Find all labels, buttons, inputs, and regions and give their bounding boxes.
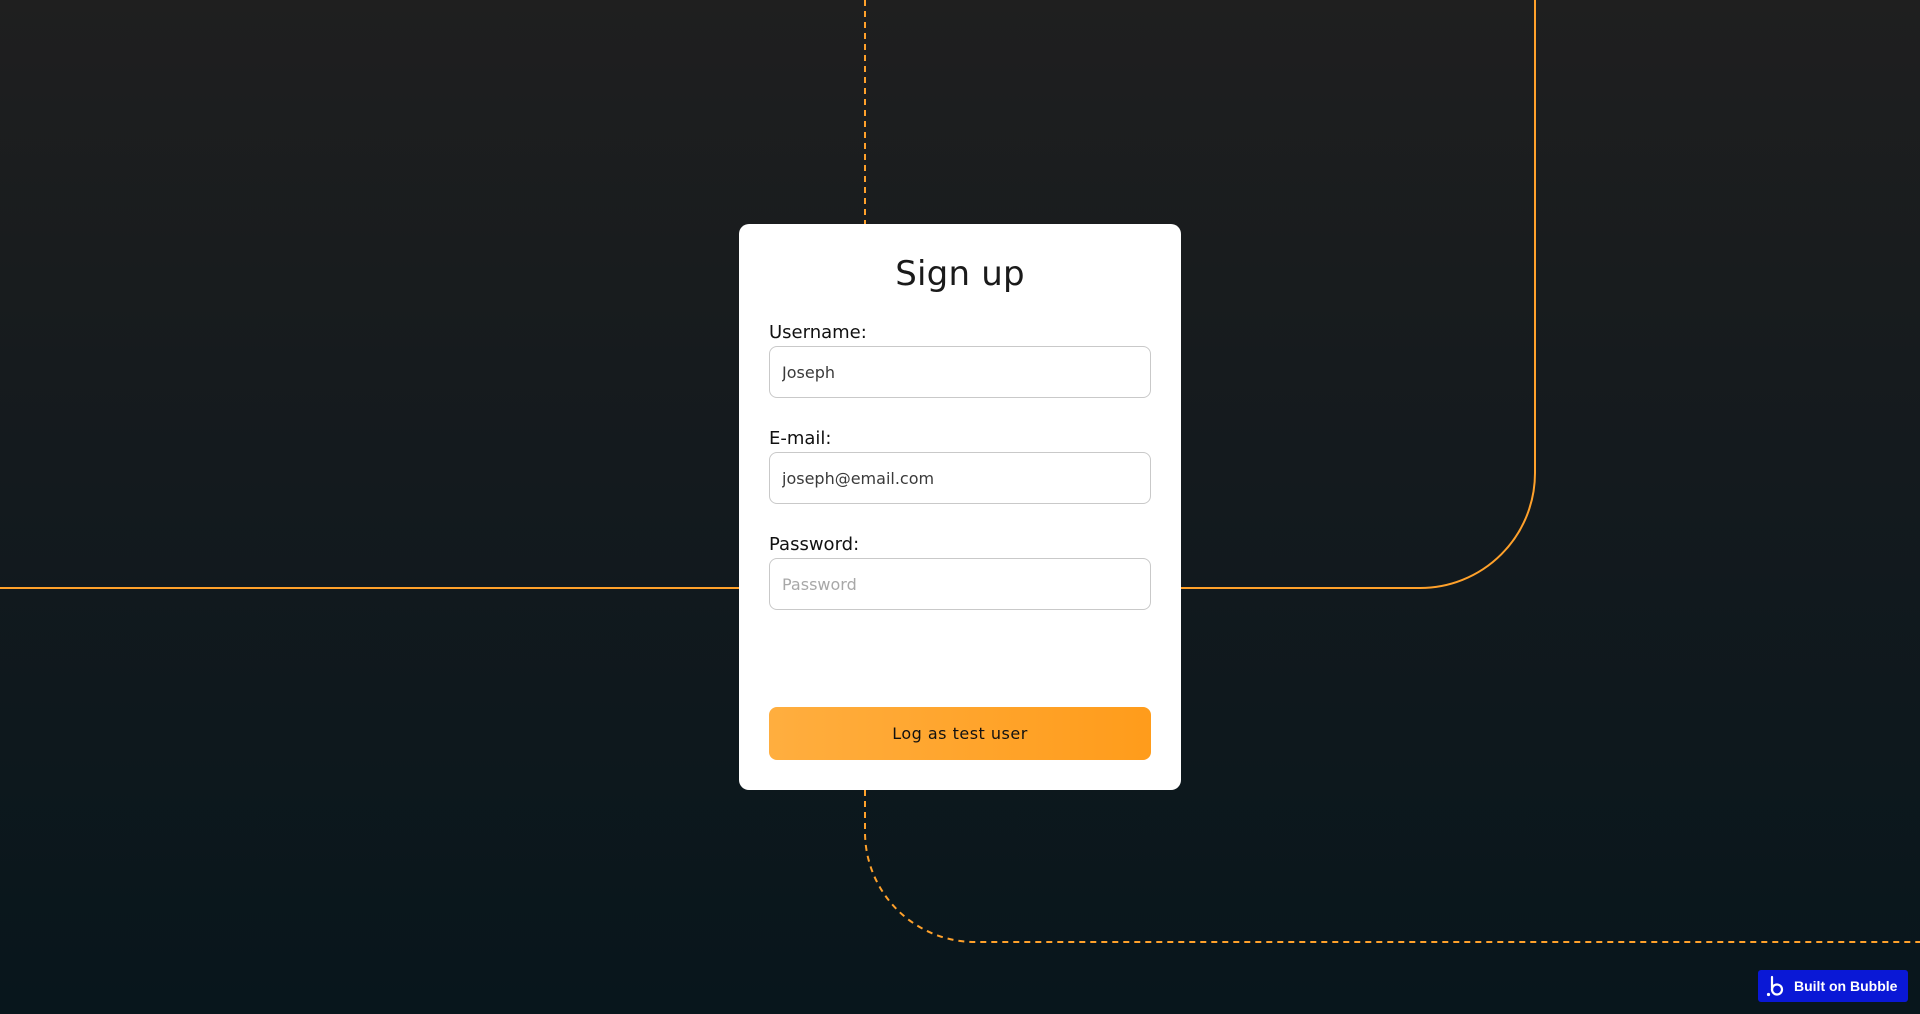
email-field[interactable] bbox=[769, 452, 1151, 504]
bubble-logo-icon bbox=[1766, 975, 1784, 997]
email-label: E-mail: bbox=[769, 428, 832, 449]
dashed-curved-line bbox=[864, 790, 1920, 943]
badge-label: Built on Bubble bbox=[1794, 978, 1898, 994]
built-on-bubble-badge[interactable]: Built on Bubble bbox=[1758, 970, 1908, 1002]
username-label: Username: bbox=[769, 322, 867, 343]
log-as-test-user-button[interactable]: Log as test user bbox=[769, 707, 1151, 760]
username-field[interactable] bbox=[769, 346, 1151, 398]
password-field[interactable] bbox=[769, 558, 1151, 610]
page-title: Sign up bbox=[895, 254, 1025, 294]
signup-card: Sign up Username: E-mail: Password: Log … bbox=[739, 224, 1181, 790]
password-label: Password: bbox=[769, 534, 860, 555]
